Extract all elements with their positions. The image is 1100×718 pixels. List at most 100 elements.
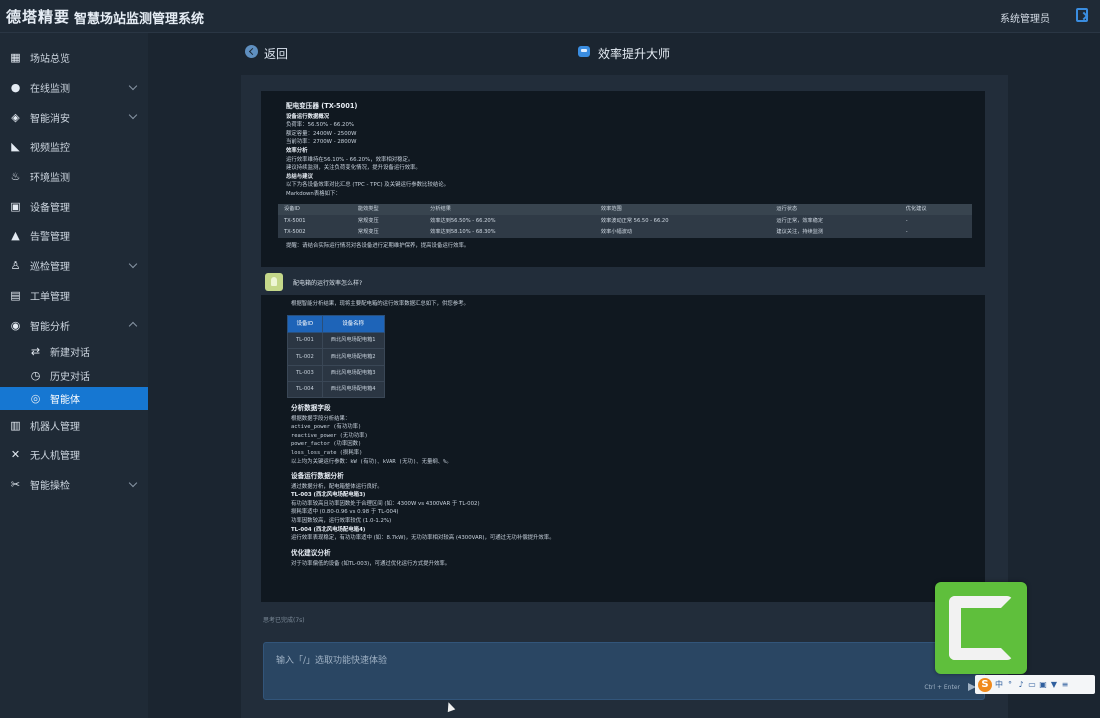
table-header-row: 设备ID 能效类型 分析结果 效率范围 运行状态 优化建议	[278, 203, 972, 216]
message-intro: 根据智能分析结果，现将主要配电箱的运行效率数据汇总如下，供您参考。	[291, 301, 469, 307]
table-cell: 西北风电场配电箱2	[321, 348, 385, 366]
ime-logo-icon[interactable]: S	[978, 677, 992, 692]
new-chat-icon: ⇄	[30, 345, 41, 359]
table-cell: 建议关注，持续监测	[776, 229, 824, 236]
sidebar-item-environment[interactable]: ♨ 环境监测	[0, 162, 148, 192]
recorder-logo-icon	[949, 596, 1013, 660]
table-cell: TL-001	[287, 332, 323, 350]
back-button[interactable]: 返回	[264, 45, 288, 62]
brand-logo: 德塔精要	[6, 8, 71, 26]
efficiency-table: 设备ID 能效类型 分析结果 效率范围 运行状态 优化建议 TX-5001 常规…	[278, 203, 972, 239]
text-line: 运行效率维持在56.10% - 66.20%，效率相对稳定。	[286, 156, 414, 163]
text-line: loss_loss_rate (损耗率)	[291, 449, 363, 456]
ime-toolbar[interactable]: S 中 ° ♪ ▭ ▣ ▼ ≡	[975, 675, 1095, 694]
drone-icon: ✕	[10, 448, 21, 462]
table-cell: 西北风电场配电箱1	[321, 332, 385, 350]
sidebar-item-label: 智能体	[50, 395, 80, 407]
keyboard-icon[interactable]: ▭	[1028, 680, 1036, 690]
sidebar: ▦ 场站总览 ● 在线监测 ◈ 智能消安 ◣ 视频监控 ♨ 环境监测 ▣ 设备管理 ▲ 告警管…	[0, 33, 148, 718]
chevron-down-icon	[128, 478, 138, 487]
sidebar-item-label: 机器人管理	[30, 421, 80, 433]
ime-mode-icon[interactable]: 中	[995, 680, 1003, 690]
table-header: 分析结果	[424, 203, 595, 216]
input-hint: Ctrl + Enter	[924, 684, 960, 691]
text-line: 当前功率：2700W - 2800W	[286, 139, 357, 146]
sidebar-item-station-overview[interactable]: ▦ 场站总览	[0, 43, 148, 73]
sidebar-item-drone-management[interactable]: ✕ 无人机管理	[0, 440, 148, 470]
table-header: 设备名称	[321, 314, 385, 334]
section-title: 设备运行数据分析	[291, 472, 344, 481]
sidebar-item-alarm-management[interactable]: ▲ 告警管理	[0, 221, 148, 251]
sidebar-item-label: 告警管理	[30, 232, 70, 244]
back-icon[interactable]	[245, 45, 258, 58]
sidebar-item-label: 设备管理	[30, 202, 70, 214]
ime-punct-icon[interactable]: °	[1006, 680, 1014, 690]
sidebar-item-video-monitoring[interactable]: ◣ 视频监控	[0, 132, 148, 162]
sidebar-item-label: 历史对话	[50, 371, 90, 383]
logout-icon[interactable]	[1076, 8, 1088, 22]
chevron-down-icon	[128, 259, 138, 269]
user-name[interactable]: 系统管理员	[1000, 10, 1050, 25]
sidebar-item-label: 巡检管理	[30, 262, 70, 274]
analysis-icon: ◉	[10, 318, 21, 332]
sidebar-item-label: 环境监测	[30, 173, 70, 185]
robot-icon: ▥	[10, 418, 21, 432]
sidebar-item-ticket-management[interactable]: ▤ 工单管理	[0, 281, 148, 311]
chevron-down-icon	[128, 81, 138, 90]
table-row: TX-5002 常规变压 效率达到58.10% - 68.30% 效率小幅波动 …	[278, 227, 972, 239]
text-line: 通过数据分析，配电箱整体运行良好。	[291, 483, 383, 490]
sidebar-item-label: 在线监测	[30, 84, 70, 96]
sidebar-item-device-management[interactable]: ▣ 设备管理	[0, 191, 148, 221]
sidebar-item-smart-inspection[interactable]: ✂ 智能操检	[0, 470, 148, 500]
table-row: TX-5001 常规变压 效率达到56.50% - 66.20% 效率波动正常 …	[278, 215, 972, 227]
assistant-message: 根据智能分析结果，现将主要配电箱的运行效率数据汇总如下，供您参考。 设备ID 设…	[261, 295, 985, 602]
sidebar-item-label: 智能分析	[30, 321, 70, 333]
text-line: reactive_power (无功功率)	[291, 432, 368, 439]
chat-panel: 配电变压器 (TX-5001) 设备运行数据概况 负荷率：56.50% - 66…	[241, 75, 1008, 718]
mic-icon[interactable]: ♪	[1017, 680, 1025, 690]
menu-icon[interactable]: ≡	[1061, 680, 1069, 690]
chat-input[interactable]	[264, 643, 984, 699]
recorder-badge-icon[interactable]	[935, 582, 1027, 674]
sidebar-item-online-monitoring[interactable]: ● 在线监测	[0, 73, 148, 103]
text-line: 功率因数较高，运行效率较优 (1.0-1.2%)	[291, 518, 392, 525]
skin-icon[interactable]: ▣	[1039, 680, 1047, 690]
section-title: 设备运行数据概况	[286, 113, 330, 120]
sidebar-item-smart-analysis[interactable]: ◉ 智能分析	[0, 310, 148, 340]
table-cell: -	[905, 217, 908, 224]
table-cell: 西北风电场配电箱3	[321, 364, 385, 382]
device-table: 设备ID 设备名称 TL-001 西北风电场配电箱1 TL-002 西北风电场配电箱…	[287, 314, 385, 398]
text-line: 损耗率适中 (0.80-0.96 vs 0.98 于 TL-004)	[291, 509, 399, 516]
table-cell: TX-5001	[284, 217, 306, 224]
text-line: power_factor (功率因数)	[291, 441, 362, 448]
table-header: 效率范围	[594, 203, 771, 216]
section-title: 总结与建议	[286, 173, 313, 180]
history-icon: ◷	[30, 368, 41, 382]
sidebar-item-label: 视频监控	[30, 143, 70, 155]
table-row: TL-004 西北风电场配电箱4	[287, 380, 385, 398]
table-cell: 效率达到58.10% - 68.30%	[430, 229, 496, 236]
sidebar-subitem-agent[interactable]: ◎ 智能体	[0, 386, 148, 411]
text-line: TL-003 (西北风电场配电箱3)	[291, 492, 366, 499]
patrol-icon: ♙	[10, 259, 21, 273]
text-line: 运行效率表现稳定，有功功率适中 (如：8.7kW)，无功功率相对较高 (4300…	[291, 535, 555, 542]
thinking-status[interactable]: 思考已完成(7s)	[263, 615, 305, 624]
chat-input-box: Ctrl + Enter	[263, 642, 985, 700]
text-line: 以上均为关键运行参数：kW (有功)、kVAR (无功)、无量纲、%。	[291, 458, 452, 465]
text-line: 有功功率较高且功率因数处于合理区间 (如：4300W vs 4300VAR 于 …	[291, 500, 480, 507]
table-row: TL-001 西北风电场配电箱1	[287, 332, 385, 350]
table-cell: 效率达到56.50% - 66.20%	[430, 217, 496, 224]
monitor-icon: ●	[10, 81, 21, 95]
sidebar-item-smart-safety[interactable]: ◈ 智能消安	[0, 102, 148, 132]
sidebar-subitem-new-chat[interactable]: ⇄ 新建对话	[0, 340, 148, 364]
table-cell: -	[905, 229, 908, 236]
sidebar-item-patrol-management[interactable]: ♙ 巡检管理	[0, 251, 148, 281]
tools-icon[interactable]: ▼	[1050, 680, 1058, 690]
table-cell: TX-5002	[284, 229, 306, 236]
text-line: TL-004 (西北风电场配电箱4)	[291, 526, 366, 533]
sidebar-item-robot-management[interactable]: ▥ 机器人管理	[0, 410, 148, 440]
sidebar-subitem-history[interactable]: ◷ 历史对话	[0, 363, 148, 387]
table-cell: 效率小幅波动	[600, 229, 633, 236]
table-header: 能效类型	[351, 203, 425, 216]
device-icon: ▣	[10, 199, 21, 213]
